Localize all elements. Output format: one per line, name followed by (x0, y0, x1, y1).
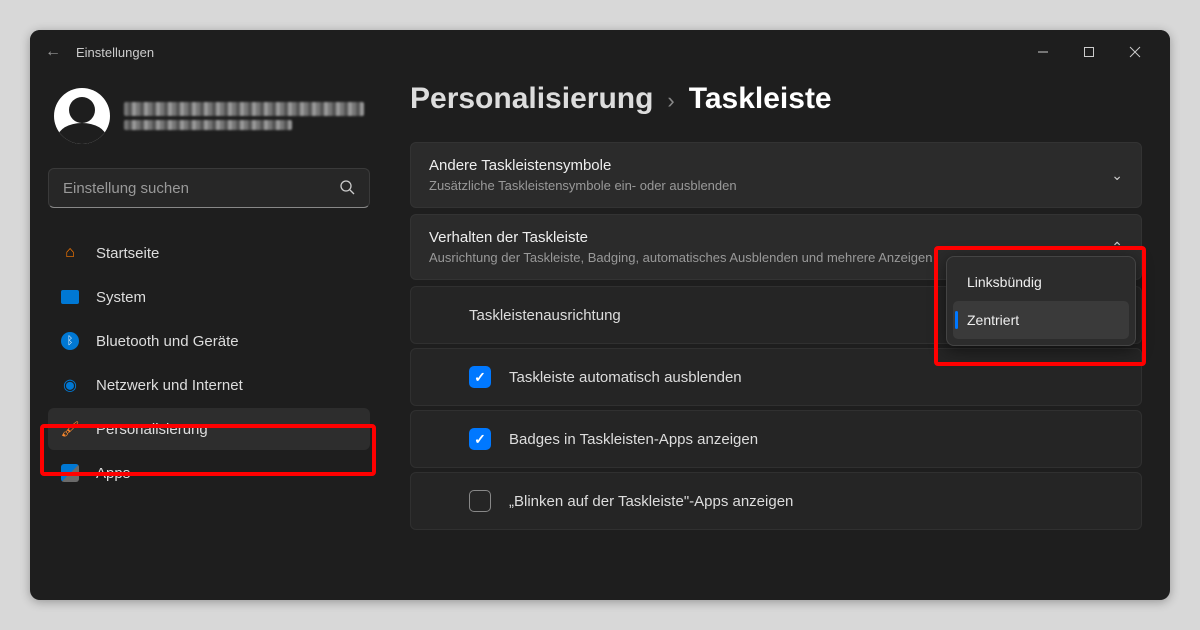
apps-icon (60, 463, 80, 483)
content-area: Personalisierung › Taskleiste Andere Tas… (382, 74, 1170, 600)
close-button[interactable] (1112, 36, 1158, 68)
breadcrumb: Personalisierung › Taskleiste (410, 82, 1142, 116)
breadcrumb-current: Taskleiste (689, 82, 832, 116)
avatar (54, 88, 110, 144)
row-label: Taskleistenausrichtung (469, 307, 621, 324)
sidebar-item-home[interactable]: ⌂ Startseite (48, 232, 370, 274)
sidebar-item-network[interactable]: ◉ Netzwerk und Internet (48, 364, 370, 406)
sidebar-item-label: System (96, 289, 146, 306)
search-icon (339, 179, 355, 198)
option-label: Linksbündig (967, 274, 1042, 290)
sidebar: ⌂ Startseite System ᛒ Bluetooth und Gerä… (30, 74, 382, 600)
section-other-icons[interactable]: Andere Taskleistensymbole Zusätzliche Ta… (410, 142, 1142, 208)
section-title: Andere Taskleistensymbole (429, 157, 1111, 174)
chevron-right-icon: › (667, 88, 674, 114)
titlebar: ← Einstellungen (30, 30, 1170, 74)
checkbox-checked-icon[interactable] (469, 366, 491, 388)
settings-window: ← Einstellungen (30, 30, 1170, 600)
row-label: „Blinken auf der Taskleiste"-Apps anzeig… (509, 493, 793, 510)
back-button[interactable]: ← (42, 43, 64, 61)
checkbox-checked-icon[interactable] (469, 428, 491, 450)
app-title: Einstellungen (76, 45, 1020, 60)
sidebar-item-label: Apps (96, 465, 130, 482)
minimize-button[interactable] (1020, 36, 1066, 68)
maximize-button[interactable] (1066, 36, 1112, 68)
sidebar-item-apps[interactable]: Apps (48, 452, 370, 494)
user-name-redacted (124, 102, 364, 116)
brush-icon: 🖌 (60, 419, 80, 439)
dropdown-option-center[interactable]: Zentriert (953, 301, 1129, 339)
window-controls (1020, 36, 1158, 68)
wifi-icon: ◉ (60, 375, 80, 395)
home-icon: ⌂ (60, 243, 80, 263)
checkbox-row-badges[interactable]: Badges in Taskleisten-Apps anzeigen (410, 410, 1142, 468)
section-title: Verhalten der Taskleiste (429, 229, 1111, 246)
option-label: Zentriert (967, 312, 1019, 328)
breadcrumb-parent[interactable]: Personalisierung (410, 82, 653, 116)
dropdown-option-left[interactable]: Linksbündig (953, 263, 1129, 301)
system-icon (60, 287, 80, 307)
sidebar-item-bluetooth[interactable]: ᛒ Bluetooth und Geräte (48, 320, 370, 362)
search-input[interactable] (63, 180, 339, 197)
section-subtitle: Zusätzliche Taskleistensymbole ein- oder… (429, 178, 1111, 193)
user-info (124, 102, 364, 130)
sidebar-item-label: Netzwerk und Internet (96, 377, 243, 394)
user-email-redacted (124, 120, 292, 130)
sidebar-item-label: Startseite (96, 245, 159, 262)
sidebar-item-label: Personalisierung (96, 421, 208, 438)
nav-list: ⌂ Startseite System ᛒ Bluetooth und Gerä… (48, 232, 370, 494)
bluetooth-icon: ᛒ (60, 331, 80, 351)
sidebar-item-label: Bluetooth und Geräte (96, 333, 239, 350)
checkbox-row-auto-hide[interactable]: Taskleiste automatisch ausblenden (410, 348, 1142, 406)
sidebar-item-personalization[interactable]: 🖌 Personalisierung (48, 408, 370, 450)
checkbox-unchecked-icon[interactable] (469, 490, 491, 512)
chevron-down-icon: ⌄ (1111, 167, 1123, 184)
chevron-up-icon: ⌃ (1111, 239, 1123, 256)
search-box[interactable] (48, 168, 370, 208)
user-account-block[interactable] (48, 82, 370, 162)
checkbox-row-flash[interactable]: „Blinken auf der Taskleiste"-Apps anzeig… (410, 472, 1142, 530)
alignment-dropdown-popup: Linksbündig Zentriert (946, 256, 1136, 346)
sidebar-item-system[interactable]: System (48, 276, 370, 318)
row-label: Taskleiste automatisch ausblenden (509, 369, 742, 386)
row-label: Badges in Taskleisten-Apps anzeigen (509, 431, 758, 448)
